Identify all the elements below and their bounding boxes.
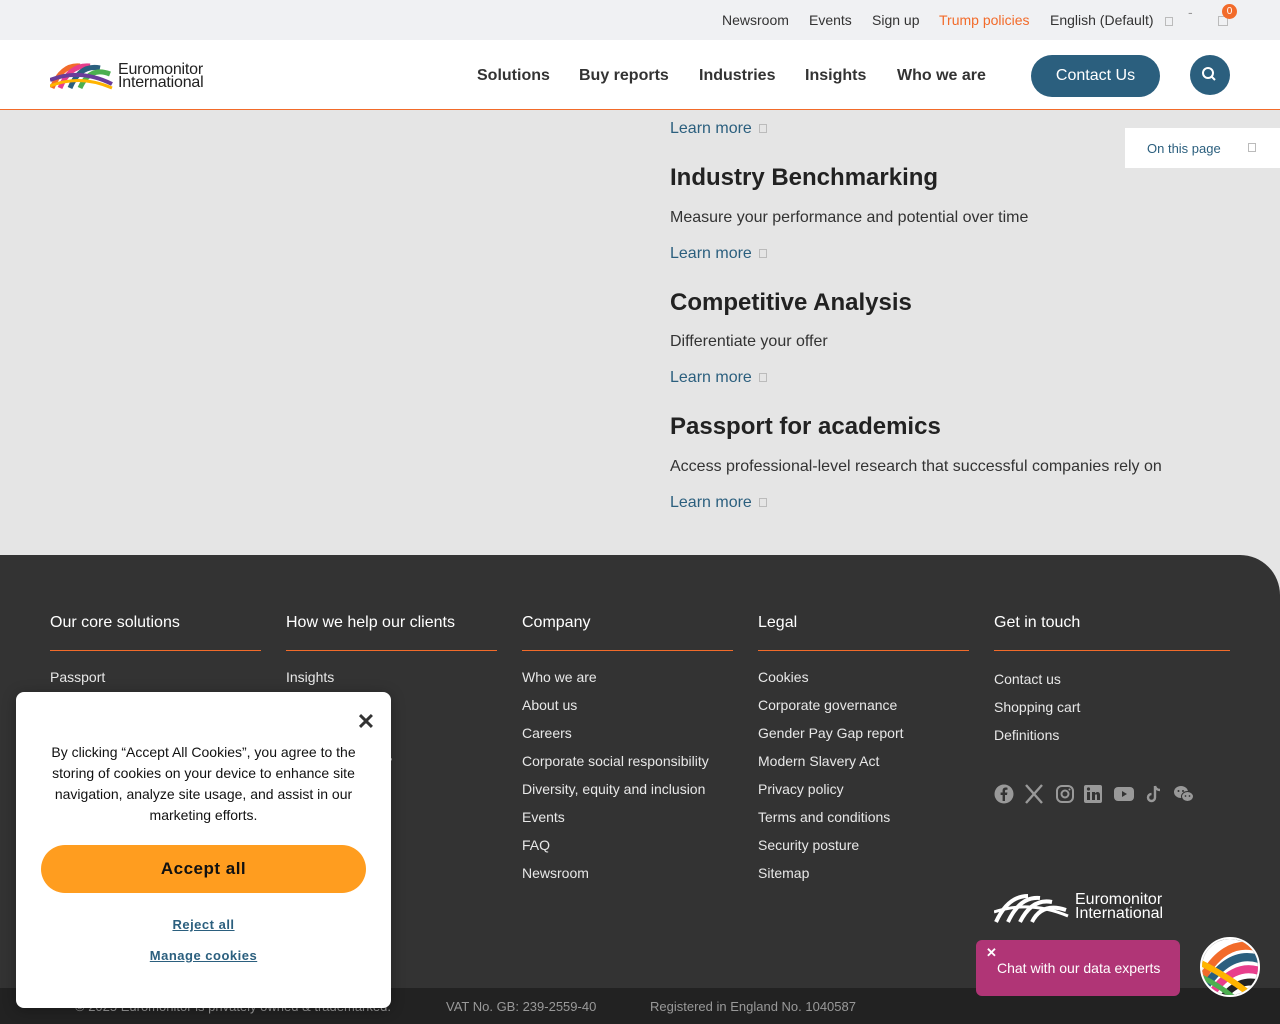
close-icon[interactable]: ✕ [986, 945, 997, 961]
facebook-icon[interactable] [994, 784, 1014, 804]
footer-link[interactable]: FAQ [522, 837, 733, 865]
nav-industries[interactable]: Industries [699, 67, 775, 85]
arrow-right-icon [758, 249, 767, 259]
registration-number: Registered in England No. 1040587 [650, 999, 856, 1014]
footer-euromonitor-logo[interactable]: Euromonitor International [994, 890, 1184, 930]
youtube-icon[interactable] [1113, 784, 1135, 804]
chat-prompt-bubble[interactable]: ✕ Chat with our data experts [976, 940, 1180, 996]
reject-all-cookies-button[interactable]: Reject all [16, 917, 391, 932]
learn-more-label: Learn more [670, 120, 752, 137]
solution-description: Measure your performance and potential o… [670, 209, 1029, 226]
utility-bar: Newsroom Events Sign up Trump policies E… [0, 0, 1280, 40]
footer-heading: Legal [758, 614, 969, 651]
learn-more-label: Learn more [670, 494, 752, 511]
solution-description: Access professional-level research that … [670, 458, 1162, 475]
chat-launcher-button[interactable] [1200, 937, 1260, 997]
cookie-consent-text: By clicking “Accept All Cookies”, you ag… [51, 744, 356, 823]
arrow-right-icon [758, 498, 767, 508]
learn-more-link[interactable]: Learn more [670, 494, 767, 512]
footer-logo-line-2: International [1075, 905, 1164, 922]
logo-wordmark: Euromonitor International [118, 62, 204, 91]
arrow-right-icon [758, 124, 767, 134]
solution-title: Competitive Analysis [670, 289, 912, 316]
learn-more-label: Learn more [670, 369, 752, 386]
footer-column-company: Company Who we are About us Careers Corp… [522, 614, 733, 893]
footer-link[interactable]: Shopping cart [994, 699, 1230, 727]
footer-link[interactable]: Definitions [994, 727, 1230, 755]
footer-link[interactable]: Gender Pay Gap report [758, 725, 969, 753]
footer-link[interactable]: Events [522, 809, 733, 837]
language-label: English (Default) [1050, 12, 1154, 28]
footer-logo-wordmark: Euromonitor International [1075, 892, 1164, 922]
footer-link[interactable]: Newsroom [522, 865, 733, 893]
learn-more-link[interactable]: Learn more [670, 120, 767, 138]
utility-link-events[interactable]: Events [809, 12, 852, 28]
logo-line-2: International [118, 74, 204, 91]
cookie-consent-dialog: ✕ By clicking “Accept All Cookies”, you … [16, 692, 391, 1008]
utility-link-trump-policies[interactable]: Trump policies [939, 12, 1030, 28]
solution-title: Industry Benchmarking [670, 164, 939, 191]
x-icon[interactable] [1024, 784, 1044, 804]
on-this-page-label: On this page [1147, 141, 1221, 156]
euromonitor-logo[interactable]: Euromonitor International [50, 60, 210, 92]
chat-logo-icon [1202, 939, 1258, 995]
language-selector[interactable]: English (Default) [1050, 12, 1174, 28]
footer-link[interactable]: Contact us [994, 671, 1230, 699]
close-icon[interactable]: ✕ [356, 711, 376, 733]
search-button[interactable] [1190, 55, 1230, 95]
footer-link[interactable]: Security posture [758, 837, 969, 865]
instagram-icon[interactable] [1055, 784, 1075, 804]
solution-description: Differentiate your offer [670, 333, 828, 350]
footer-heading: Get in touch [994, 614, 1230, 651]
logo-arcs-icon [50, 63, 113, 90]
wechat-icon[interactable] [1173, 784, 1195, 804]
footer-link[interactable]: Corporate governance [758, 697, 969, 725]
footer-link[interactable]: Diversity, equity and inclusion [522, 781, 733, 809]
footer-column-legal: Legal Cookies Corporate governance Gende… [758, 614, 969, 893]
contact-us-button[interactable]: Contact Us [1031, 55, 1160, 97]
footer-column-core-solutions: Our core solutions Passport [50, 614, 261, 697]
footer-link[interactable]: Sitemap [758, 865, 969, 893]
cart-count-badge: 0 [1222, 4, 1237, 19]
search-icon [1202, 67, 1216, 81]
chat-prompt-text: Chat with our data experts [997, 960, 1161, 976]
footer-link[interactable]: Who we are [522, 669, 733, 697]
utility-link-sign-up[interactable]: Sign up [872, 12, 919, 28]
vat-number: VAT No. GB: 239-2559-40 [446, 999, 597, 1014]
nav-buy-reports[interactable]: Buy reports [579, 67, 669, 85]
solution-title: Passport for academics [670, 413, 941, 440]
chevron-icon [1248, 143, 1256, 152]
footer-heading: How we help our clients [286, 614, 497, 651]
linkedin-icon[interactable] [1083, 784, 1103, 804]
nav-who-we-are[interactable]: Who we are [897, 67, 986, 85]
footer-link[interactable]: Corporate social responsibility [522, 753, 733, 781]
learn-more-label: Learn more [670, 245, 752, 262]
footer-link[interactable]: Terms and conditions [758, 809, 969, 837]
footer-link[interactable]: About us [522, 697, 733, 725]
footer-link[interactable]: Cookies [758, 669, 969, 697]
tiktok-icon[interactable] [1144, 784, 1164, 804]
footer-heading: Company [522, 614, 733, 651]
footer-link[interactable]: Privacy policy [758, 781, 969, 809]
manage-cookies-button[interactable]: Manage cookies [16, 948, 391, 963]
accept-all-cookies-button[interactable]: Accept all [41, 845, 366, 893]
footer-column-get-in-touch: Get in touch Contact us Shopping cart De… [994, 614, 1230, 755]
nav-solutions[interactable]: Solutions [477, 67, 550, 85]
learn-more-link[interactable]: Learn more [670, 245, 767, 263]
chevron-down-icon [1165, 16, 1174, 26]
footer-link[interactable]: Careers [522, 725, 733, 753]
on-this-page-toggle[interactable]: On this page [1125, 128, 1280, 168]
logo-arcs-icon [994, 894, 1069, 923]
footer-link[interactable]: Modern Slavery Act [758, 753, 969, 781]
solutions-section: Learn more Industry Benchmarking Measure… [0, 111, 1280, 555]
arrow-right-icon [758, 373, 767, 383]
user-icon[interactable]: - [1188, 4, 1193, 20]
nav-insights[interactable]: Insights [805, 67, 866, 85]
learn-more-link[interactable]: Learn more [670, 369, 767, 387]
main-header: Euromonitor International Solutions Buy … [0, 40, 1280, 110]
utility-link-newsroom[interactable]: Newsroom [722, 12, 789, 28]
footer-heading: Our core solutions [50, 614, 261, 651]
